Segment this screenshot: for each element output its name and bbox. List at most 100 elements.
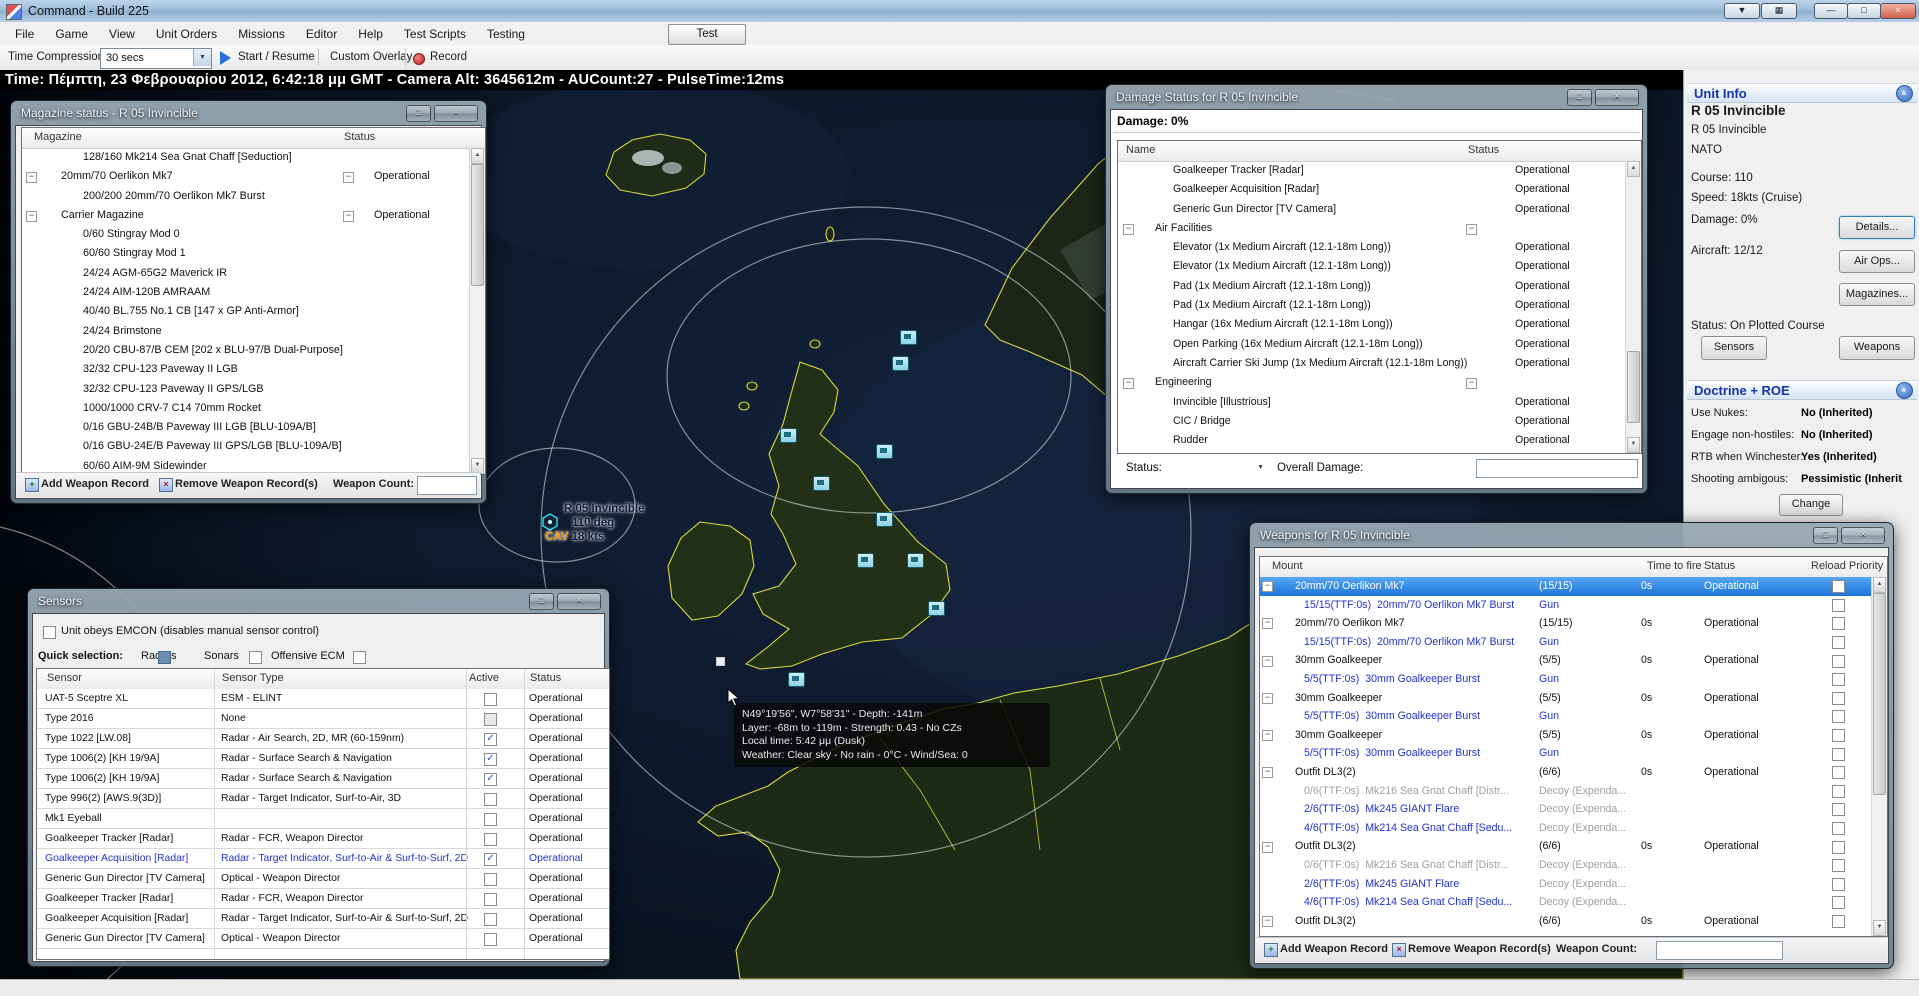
damage-row[interactable]: Invincible [Illustrious]Operational <box>1118 393 1626 412</box>
sensor-active-checkbox[interactable] <box>484 733 497 746</box>
sensor-active-checkbox[interactable] <box>484 853 497 866</box>
contact-icon[interactable] <box>876 444 893 459</box>
menu-testing[interactable]: Testing <box>485 25 527 43</box>
sensor-active-checkbox[interactable] <box>484 713 497 726</box>
quick-option-checkbox[interactable] <box>353 651 366 664</box>
weapon-sub-row[interactable]: 15/15(TTF:0s) 20mm/70 Oerlikon Mk7 Burst… <box>1260 596 1872 615</box>
magazine-row[interactable]: 200/200 20mm/70 Oerlikon Mk7 Burst <box>22 187 470 206</box>
emcon-checkbox[interactable] <box>43 626 56 639</box>
remove-weapon-record-button[interactable]: Remove Weapon Record(s) <box>175 478 318 490</box>
reload-priority-checkbox[interactable] <box>1832 766 1845 779</box>
sensor-active-checkbox[interactable] <box>484 813 497 826</box>
air-ops-button[interactable]: Air Ops... <box>1839 250 1915 273</box>
scroll-down-icon[interactable]: ▼ <box>1873 920 1886 936</box>
scroll-down-icon[interactable]: ▼ <box>1627 437 1640 453</box>
damage-row[interactable]: −Air Facilities− <box>1118 219 1626 238</box>
expand-icon[interactable]: − <box>26 172 37 183</box>
damage-row[interactable]: Goalkeeper Acquisition [Radar]Operationa… <box>1118 180 1626 199</box>
weapon-mount-row[interactable]: −30mm Goalkeeper(5/5)0sOperational <box>1260 726 1872 745</box>
magazine-row[interactable]: 24/24 AIM-120B AMRAAM <box>22 283 470 302</box>
magazine-row[interactable]: 40/40 BL.755 No.1 CB [147 x GP Anti-Armo… <box>22 302 470 321</box>
scroll-up-icon[interactable]: ▲ <box>471 148 484 164</box>
contact-icon[interactable] <box>892 356 909 371</box>
expand-icon[interactable]: − <box>1123 224 1134 235</box>
expand-icon[interactable]: − <box>343 211 354 222</box>
remove-record-icon[interactable]: × <box>159 478 173 492</box>
sensors-button[interactable]: Sensors <box>1701 336 1767 360</box>
menu-test-scripts[interactable]: Test Scripts <box>402 25 468 43</box>
scrollbar-thumb[interactable] <box>1873 593 1886 795</box>
close-icon[interactable]: × <box>434 105 478 122</box>
damage-row[interactable]: Generic Gun Director [TV Camera]Operatio… <box>1118 200 1626 219</box>
sensor-active-checkbox[interactable] <box>484 753 497 766</box>
minimize-button[interactable]: — <box>1814 3 1848 19</box>
start-resume-button[interactable]: Start / Resume <box>238 51 315 63</box>
sensor-active-checkbox[interactable] <box>484 893 497 906</box>
expand-icon[interactable]: − <box>1466 378 1477 389</box>
contact-icon[interactable] <box>900 330 917 345</box>
weapons-button[interactable]: Weapons <box>1839 336 1915 360</box>
sensor-active-checkbox[interactable] <box>484 933 497 946</box>
test-button[interactable]: Test <box>668 24 746 45</box>
weapon-sub-row[interactable]: 15/15(TTF:0s) 20mm/70 Oerlikon Mk7 Burst… <box>1260 633 1872 652</box>
expand-icon[interactable]: − <box>1466 224 1477 235</box>
magazine-row[interactable]: 24/24 Brimstone <box>22 322 470 341</box>
contact-icon[interactable] <box>876 512 893 527</box>
scrollbar-thumb[interactable] <box>1627 351 1640 423</box>
play-icon[interactable] <box>220 51 231 65</box>
weapon-mount-row[interactable]: −Outfit DL3(2)(6/6)0sOperational <box>1260 763 1872 782</box>
scroll-up-icon[interactable]: ▲ <box>1873 577 1886 593</box>
overall-damage-input[interactable] <box>1476 459 1638 478</box>
remove-weapon-record-button[interactable]: Remove Weapon Record(s) <box>1408 943 1551 955</box>
restore-icon[interactable]: □ <box>1567 89 1592 106</box>
magazine-row[interactable]: 0/16 GBU-24E/B Paveway III GPS/LGB [BLU-… <box>22 437 470 456</box>
reload-priority-checkbox[interactable] <box>1832 785 1845 798</box>
weapon-sub-row[interactable]: 4/6(TTF:0s) Mk214 Sea Gnat Chaff [Sedu..… <box>1260 819 1872 838</box>
menu-editor[interactable]: Editor <box>304 25 339 43</box>
scrollbar-thumb[interactable] <box>471 164 484 286</box>
damage-row[interactable]: CIC / BridgeOperational <box>1118 412 1626 431</box>
menu-help[interactable]: Help <box>356 25 385 43</box>
weapon-sub-row[interactable]: 0/6(TTF:0s) Mk216 Sea Gnat Chaff [Distr.… <box>1260 782 1872 801</box>
close-icon[interactable]: × <box>1595 89 1639 106</box>
expand-icon[interactable]: − <box>1262 581 1273 592</box>
reload-priority-checkbox[interactable] <box>1832 655 1845 668</box>
quick-option-checkbox[interactable] <box>158 651 171 664</box>
magazine-row[interactable]: 20/20 CBU-87/B CEM [202 x BLU-97/B Dual-… <box>22 341 470 360</box>
menu-unit-orders[interactable]: Unit Orders <box>154 25 219 43</box>
contact-icon[interactable] <box>857 553 874 568</box>
contact-icon[interactable] <box>928 601 945 616</box>
magazine-row[interactable]: 60/60 Stingray Mod 1 <box>22 244 470 263</box>
scrollbar[interactable]: ▲ ▼ <box>1625 161 1641 453</box>
reload-priority-checkbox[interactable] <box>1832 599 1845 612</box>
scroll-up-icon[interactable]: ▲ <box>1627 161 1640 177</box>
expand-icon[interactable]: − <box>1262 656 1273 667</box>
weapon-sub-row[interactable]: 0/6(TTF:0s) Mk216 Sea Gnat Chaff [Distr.… <box>1260 856 1872 875</box>
weapon-sub-row[interactable]: 5/5(TTF:0s) 30mm Goalkeeper BurstGun <box>1260 744 1872 763</box>
damage-row[interactable]: Elevator (1x Medium Aircraft (12.1-18m L… <box>1118 257 1626 276</box>
magazine-row[interactable]: −20mm/70 Oerlikon Mk7−Operational <box>22 167 470 186</box>
weapon-mount-row[interactable]: −Outfit DL3(2)(6/6)0sOperational <box>1260 837 1872 856</box>
damage-row[interactable]: Hangar (16x Medium Aircraft (12.1-18m Lo… <box>1118 315 1626 334</box>
magazine-row[interactable]: 0/60 Stingray Mod 0 <box>22 225 470 244</box>
close-button[interactable]: × <box>1880 3 1916 19</box>
reload-priority-checkbox[interactable] <box>1832 841 1845 854</box>
time-compression-select[interactable]: 30 secs ▼ <box>100 48 212 69</box>
chevron-down-icon[interactable]: ▼ <box>1257 464 1264 471</box>
weapon-mount-row[interactable]: −20mm/70 Oerlikon Mk7(15/15)0sOperationa… <box>1260 577 1872 596</box>
contact-icon[interactable] <box>907 553 924 568</box>
weapon-sub-row[interactable]: 2/6(TTF:0s) Mk245 GIANT FlareDecoy (Expe… <box>1260 800 1872 819</box>
record-icon[interactable] <box>413 53 425 65</box>
weapon-sub-row[interactable]: 5/5(TTF:0s) 30mm Goalkeeper BurstGun <box>1260 707 1872 726</box>
maximize-button[interactable]: □ <box>1847 3 1881 19</box>
contact-icon[interactable] <box>788 672 805 687</box>
chevron-down-icon[interactable]: ▼ <box>193 49 211 66</box>
close-icon[interactable]: × <box>1841 527 1885 544</box>
sensor-active-checkbox[interactable] <box>484 773 497 786</box>
sensor-active-checkbox[interactable] <box>484 913 497 926</box>
weapon-mount-row[interactable]: −30mm Goalkeeper(5/5)0sOperational <box>1260 651 1872 670</box>
titlebar-aux-button-1[interactable]: ▼ <box>1724 3 1760 19</box>
collapse-chevron-icon[interactable]: « <box>1896 85 1913 102</box>
reload-priority-checkbox[interactable] <box>1832 729 1845 742</box>
add-weapon-record-button[interactable]: Add Weapon Record <box>1280 943 1388 955</box>
